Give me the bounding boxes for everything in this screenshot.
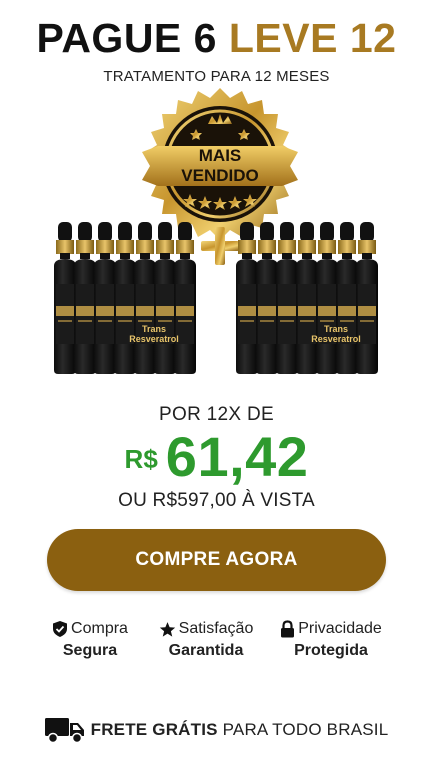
badge-privacy-bottom: Protegida: [294, 642, 368, 659]
label-right-1: Trans: [324, 324, 348, 334]
treatment-subtitle: TRATAMENTO PARA 12 MESES: [103, 68, 330, 85]
badge-secure-bottom: Segura: [62, 642, 118, 659]
bottles-left-group: Trans Resveratrol: [54, 222, 196, 374]
cash-price: OU R$597,00 À VISTA: [118, 490, 315, 511]
free-shipping-banner: FRETE GRÁTIS PARA TODO BRASIL: [0, 716, 433, 744]
badge-secure-purchase: Compra Segura: [40, 618, 140, 662]
truck-icon: [44, 718, 84, 744]
star-icon: [159, 621, 175, 637]
label-right-2: Resveratrol: [311, 334, 361, 344]
installment-price: R$ 61,42: [0, 424, 433, 488]
seal-line1: MAIS: [199, 146, 242, 165]
bottles-right-group: Trans Resveratrol: [236, 222, 378, 374]
shipping-rest: PARA TODO BRASIL: [222, 720, 389, 739]
seal-line2: VENDIDO: [181, 166, 258, 185]
shipping-bold: FRETE GRÁTIS: [90, 720, 218, 739]
shield-check-icon: [53, 621, 68, 637]
headline: PAGUE 6 LEVE 12: [0, 14, 433, 62]
badge-satisfaction: Satisfação Garantida: [148, 618, 264, 662]
best-seller-seal: MAIS VENDIDO: [142, 88, 298, 240]
price-amount: 61,42: [165, 424, 309, 488]
badge-privacy: Privacidade Protegida: [272, 618, 390, 662]
badge-secure-top: Compra: [71, 620, 128, 637]
badge-satisfaction-top: Satisfação: [178, 620, 254, 637]
label-left-2: Resveratrol: [129, 334, 179, 344]
headline-pay: PAGUE 6: [36, 15, 217, 61]
currency-symbol: R$: [124, 443, 158, 474]
headline-take: LEVE 12: [228, 15, 397, 61]
product-hero-image: MAIS VENDIDO Trans Resveratrol Trans Res…: [54, 88, 378, 374]
plus-icon: [201, 227, 239, 265]
label-left-1: Trans: [142, 324, 166, 334]
badge-privacy-top: Privacidade: [298, 620, 382, 637]
buy-now-button[interactable]: COMPRE AGORA: [47, 529, 386, 591]
lock-icon: [281, 620, 295, 638]
badge-satisfaction-bottom: Garantida: [168, 642, 244, 659]
